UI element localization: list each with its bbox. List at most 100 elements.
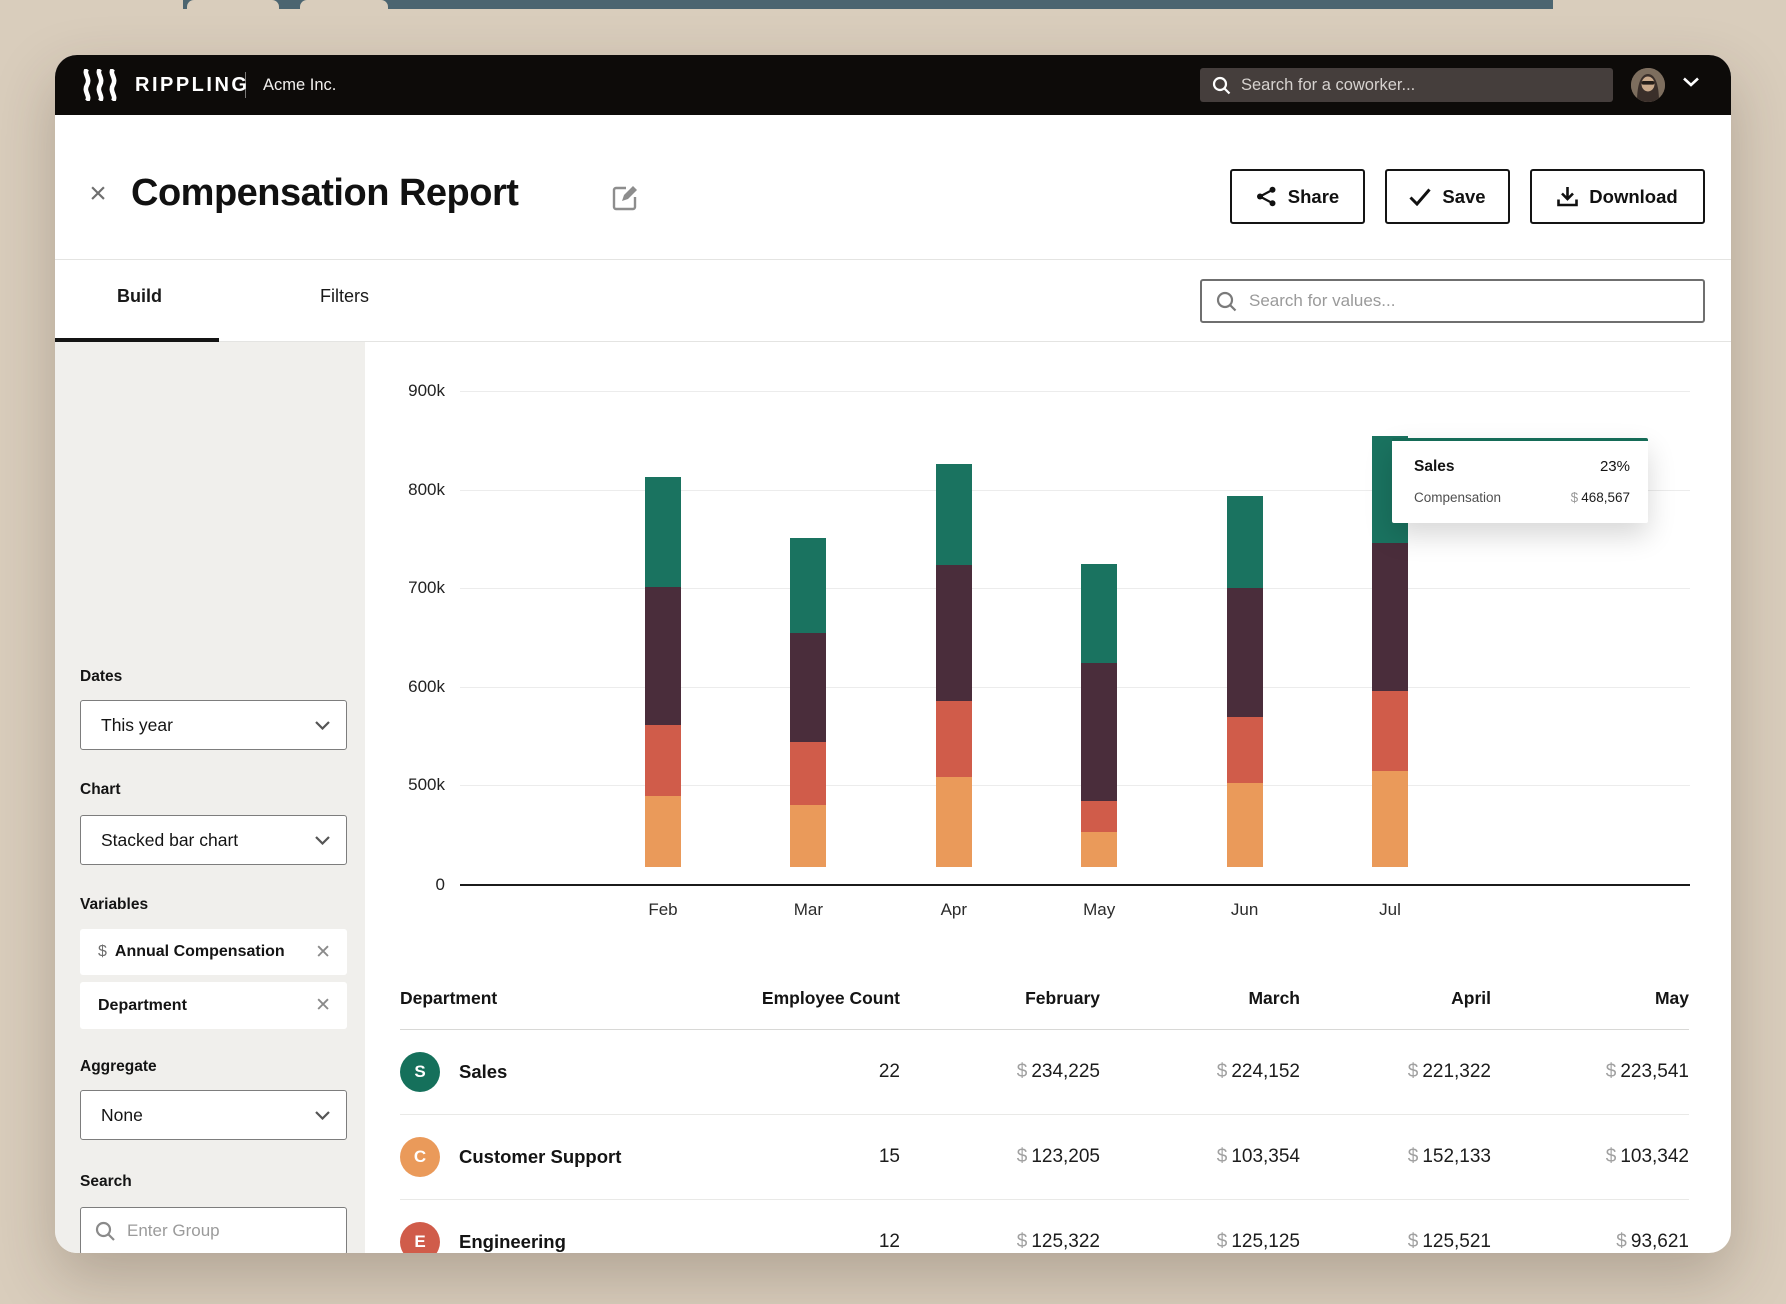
employee-count-cell: 15 xyxy=(720,1146,900,1168)
bar-segment-apr-segment-orange[interactable] xyxy=(936,777,972,867)
table-row[interactable]: SSales22$234,225$224,152$221,322$223,541 xyxy=(400,1030,1689,1115)
coworker-search-placeholder: Search for a coworker... xyxy=(1241,76,1415,95)
compensation-cell: $152,133 xyxy=(1300,1146,1491,1168)
x-axis-line xyxy=(460,884,1690,886)
download-button-label: Download xyxy=(1589,186,1677,208)
save-button-label: Save xyxy=(1442,186,1485,208)
bar-segment-jun-segment-orange[interactable] xyxy=(1227,783,1263,867)
values-search-placeholder: Search for values... xyxy=(1249,291,1395,311)
tooltip-row-label: Compensation xyxy=(1414,490,1501,505)
gridline xyxy=(460,391,1690,392)
currency-sign: $ xyxy=(1408,1146,1419,1167)
y-axis-tick-label: 500k xyxy=(355,775,445,795)
bar-segment-mar-segment-teal-sales[interactable] xyxy=(790,538,826,634)
bar-segment-mar-segment-maroon[interactable] xyxy=(790,633,826,741)
dollar-icon: $ xyxy=(98,943,107,961)
user-avatar[interactable] xyxy=(1631,68,1665,102)
coworker-search-input[interactable]: Search for a coworker... xyxy=(1200,68,1613,102)
currency-sign: $ xyxy=(1408,1231,1419,1252)
bar-segment-apr-segment-teal-sales[interactable] xyxy=(936,464,972,565)
download-button[interactable]: Download xyxy=(1530,169,1705,224)
search-icon xyxy=(1212,76,1231,95)
close-report-button[interactable]: × xyxy=(83,179,113,209)
bar-segment-may-segment-teal-sales[interactable] xyxy=(1081,564,1117,663)
build-sidebar: Dates This year Chart Stacked bar chart … xyxy=(55,342,365,1253)
compensation-cell: $93,621 xyxy=(1491,1231,1689,1253)
top-navigation-bar: RIPPLING Acme Inc. Search for a coworker… xyxy=(55,55,1731,115)
bar-segment-feb-segment-maroon[interactable] xyxy=(645,587,681,725)
remove-variable-icon[interactable]: ✕ xyxy=(315,941,331,964)
column-header: Department xyxy=(400,988,720,1009)
search-label: Search xyxy=(80,1173,132,1191)
rippling-logo[interactable]: RIPPLING xyxy=(83,69,249,101)
x-axis-label-mar: Mar xyxy=(763,900,853,920)
group-search-placeholder: Enter Group xyxy=(127,1221,220,1241)
edit-title-icon[interactable] xyxy=(612,185,638,211)
y-axis-tick-label: 800k xyxy=(355,480,445,500)
department-cell: CCustomer Support xyxy=(400,1137,720,1177)
bar-segment-jun-segment-maroon[interactable] xyxy=(1227,588,1263,717)
compensation-cell: $221,322 xyxy=(1300,1061,1491,1083)
bar-segment-feb-segment-red[interactable] xyxy=(645,725,681,796)
bar-segment-jul-segment-red[interactable] xyxy=(1372,691,1408,771)
column-header: May xyxy=(1491,988,1689,1009)
x-axis-label-may: May xyxy=(1054,900,1144,920)
bar-segment-jul-segment-maroon[interactable] xyxy=(1372,543,1408,692)
x-axis-label-jun: Jun xyxy=(1200,900,1290,920)
currency-sign: $ xyxy=(1017,1231,1028,1252)
dates-select[interactable]: This year xyxy=(80,700,347,750)
bar-segment-may-segment-red[interactable] xyxy=(1081,801,1117,832)
currency-sign: $ xyxy=(1616,1231,1627,1252)
variable-chip-annual-compensation[interactable]: $ Annual Compensation ✕ xyxy=(80,929,347,975)
x-axis-label-jul: Jul xyxy=(1345,900,1435,920)
share-button-label: Share xyxy=(1288,186,1339,208)
bar-segment-feb-segment-orange[interactable] xyxy=(645,796,681,867)
x-axis-label-feb: Feb xyxy=(618,900,708,920)
chart-type-select-value: Stacked bar chart xyxy=(101,830,315,851)
currency-sign: $ xyxy=(1217,1231,1228,1252)
chevron-down-icon xyxy=(315,836,330,845)
save-button[interactable]: Save xyxy=(1385,169,1510,224)
table-row[interactable]: EEngineering12$125,322$125,125$125,521$9… xyxy=(400,1200,1689,1253)
bar-segment-jul-segment-orange[interactable] xyxy=(1372,771,1408,867)
share-button[interactable]: Share xyxy=(1230,169,1365,224)
compensation-cell: $224,152 xyxy=(1100,1061,1300,1083)
compensation-cell: $125,322 xyxy=(900,1231,1100,1253)
department-table: DepartmentEmployee CountFebruaryMarchApr… xyxy=(400,967,1689,1253)
desktop-background: { "topbar": { "brand": "RIPPLING", "comp… xyxy=(0,0,1786,1304)
bar-segment-apr-segment-red[interactable] xyxy=(936,701,972,777)
values-search-input[interactable]: Search for values... xyxy=(1200,279,1705,323)
tab-filters[interactable]: Filters xyxy=(320,286,369,316)
y-axis-tick-label: 900k xyxy=(355,381,445,401)
background-browser-tab xyxy=(187,0,279,9)
table-row[interactable]: CCustomer Support15$123,205$103,354$152,… xyxy=(400,1115,1689,1200)
employee-count-cell: 12 xyxy=(720,1231,900,1253)
aggregate-select[interactable]: None xyxy=(80,1090,347,1140)
currency-sign: $ xyxy=(1606,1061,1617,1082)
column-header: April xyxy=(1300,988,1491,1009)
remove-variable-icon[interactable]: ✕ xyxy=(315,994,331,1017)
group-search-input[interactable]: Enter Group xyxy=(80,1207,347,1253)
bar-segment-feb-segment-teal-sales[interactable] xyxy=(645,477,681,587)
account-menu-chevron-icon[interactable] xyxy=(1683,77,1699,87)
topbar-divider xyxy=(245,72,246,98)
table-header-row: DepartmentEmployee CountFebruaryMarchApr… xyxy=(400,967,1689,1030)
tab-build[interactable]: Build xyxy=(117,286,162,316)
bar-segment-mar-segment-red[interactable] xyxy=(790,742,826,805)
chevron-down-icon xyxy=(315,1111,330,1120)
bar-segment-jun-segment-red[interactable] xyxy=(1227,717,1263,783)
bar-segment-jun-segment-teal-sales[interactable] xyxy=(1227,496,1263,588)
download-icon xyxy=(1557,186,1578,207)
chart-type-select[interactable]: Stacked bar chart xyxy=(80,815,347,865)
currency-sign: $ xyxy=(1606,1146,1617,1167)
aggregate-label: Aggregate xyxy=(80,1058,157,1076)
y-axis-tick-label: 0 xyxy=(355,875,445,895)
department-avatar: E xyxy=(400,1222,440,1253)
bar-segment-may-segment-maroon[interactable] xyxy=(1081,663,1117,801)
bar-segment-may-segment-orange[interactable] xyxy=(1081,832,1117,867)
bar-segment-apr-segment-maroon[interactable] xyxy=(936,565,972,701)
tooltip-amount: $468,567 xyxy=(1571,490,1630,505)
compensation-cell: $125,125 xyxy=(1100,1231,1300,1253)
bar-segment-mar-segment-orange[interactable] xyxy=(790,805,826,867)
variable-chip-department[interactable]: Department ✕ xyxy=(80,982,347,1029)
